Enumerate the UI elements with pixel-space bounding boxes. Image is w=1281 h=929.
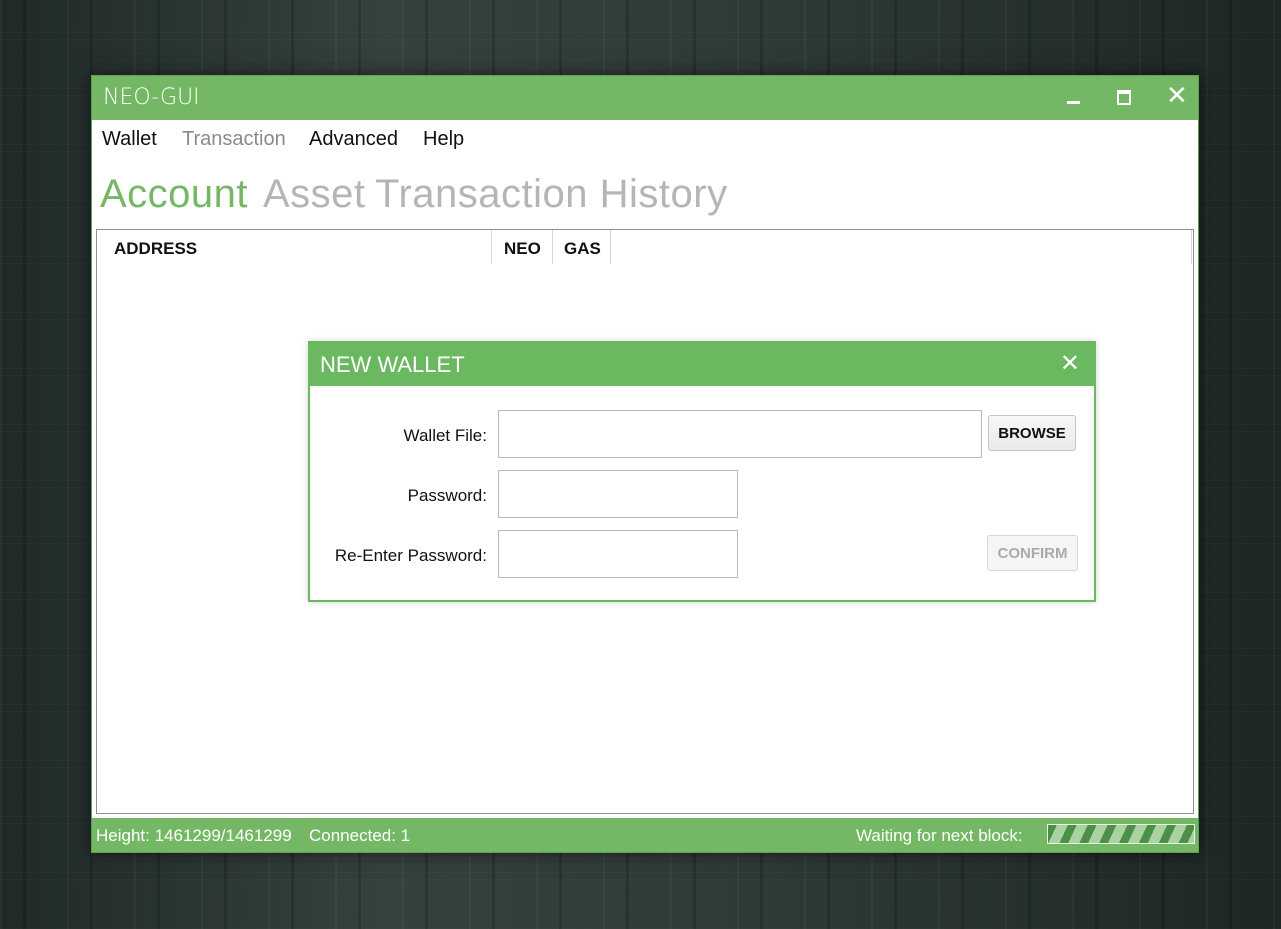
column-header-neo[interactable]: NEO [504, 230, 541, 264]
dialog-title: NEW WALLET [320, 352, 465, 377]
dialog-title-bar[interactable]: NEW WALLET ✕ [310, 343, 1094, 386]
menu-transaction[interactable]: Transaction [182, 128, 286, 151]
minimize-button[interactable] [1049, 76, 1099, 120]
connection-count: Connected: 1 [309, 826, 411, 845]
column-divider[interactable] [610, 230, 611, 264]
browse-button[interactable]: BROWSE [988, 415, 1076, 451]
menu-wallet[interactable]: Wallet [102, 128, 157, 151]
column-divider[interactable] [491, 230, 492, 264]
column-divider[interactable] [552, 230, 553, 264]
column-divider [1191, 230, 1192, 264]
block-height: Height: 1461299/1461299 [96, 826, 292, 845]
column-header-address[interactable]: ADDRESS [114, 230, 197, 264]
password-input[interactable] [498, 470, 738, 518]
wallet-file-label: Wallet File: [403, 426, 487, 445]
dialog-close-button[interactable]: ✕ [1060, 349, 1080, 377]
column-header-gas[interactable]: GAS [564, 230, 601, 264]
title-bar[interactable]: NEO-GUI ✕ [92, 76, 1198, 120]
close-button[interactable]: ✕ [1149, 76, 1199, 120]
reenter-password-input[interactable] [498, 530, 738, 578]
password-label: Password: [407, 486, 487, 505]
status-bar: Height: 1461299/1461299 Connected: 1 Wai… [92, 818, 1198, 852]
reenter-password-label: Re-Enter Password: [334, 546, 487, 565]
confirm-button[interactable]: CONFIRM [987, 535, 1078, 571]
minimize-icon [1067, 101, 1080, 104]
close-icon: ✕ [1059, 349, 1080, 377]
close-icon: ✕ [1166, 81, 1188, 111]
next-block-label: Waiting for next block: [856, 826, 1023, 845]
new-wallet-dialog: NEW WALLET ✕ Wallet File: BROWSE Passwor… [308, 341, 1096, 602]
maximize-button[interactable] [1099, 76, 1149, 120]
menu-advanced[interactable]: Advanced [309, 128, 398, 151]
tab-account[interactable]: Account [100, 172, 248, 217]
window-title: NEO-GUI [103, 85, 200, 110]
wallet-file-input[interactable] [498, 410, 982, 458]
tab-asset[interactable]: Asset [263, 172, 366, 217]
maximize-icon [1117, 90, 1131, 105]
menu-help[interactable]: Help [423, 128, 464, 151]
tab-transaction-history[interactable]: Transaction History [375, 172, 728, 217]
next-block-progress [1047, 824, 1195, 844]
